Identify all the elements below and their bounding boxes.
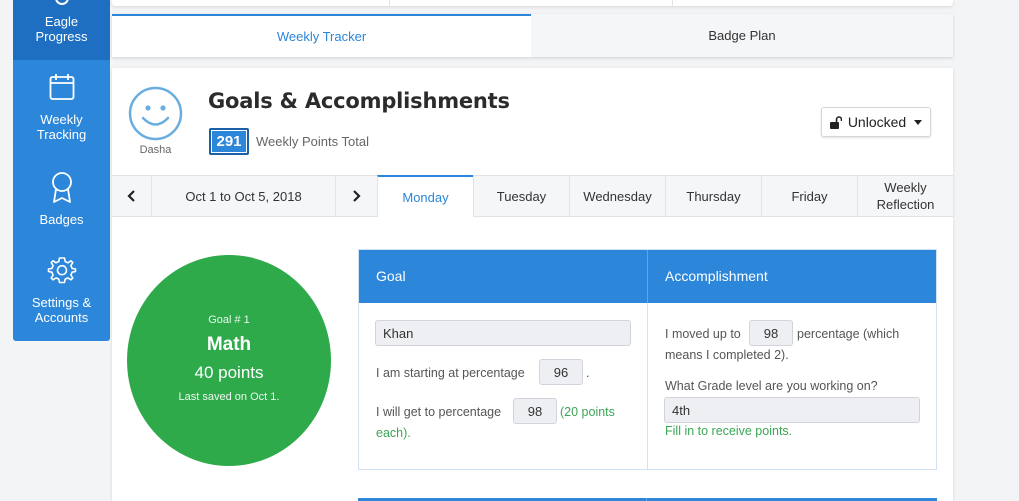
- caret-down-icon: [914, 119, 923, 125]
- target-points-note: each).: [376, 426, 411, 440]
- goal-accomplishment-table: Goal Accomplishment Khan I am starting a…: [358, 249, 937, 470]
- sidebar-item-label: Eagle Progress: [27, 14, 97, 44]
- goal-summary-circle: Goal # 1 Math 40 points Last saved on Oc…: [127, 255, 331, 466]
- week-range: Oct 1 to Oct 5, 2018: [185, 188, 302, 204]
- sidebar-item-settings[interactable]: Settings & Accounts: [13, 255, 110, 330]
- prev-week-button[interactable]: [112, 176, 152, 216]
- divider: [389, 0, 390, 6]
- goal-program-input[interactable]: Khan: [375, 320, 631, 346]
- divider: [672, 0, 673, 6]
- eagle-progress-label: Eagle Progress: [35, 14, 88, 44]
- top-card-edge: [112, 0, 953, 6]
- moved-percentage-input[interactable]: 98: [749, 320, 793, 346]
- goal-number: Goal # 1: [208, 314, 250, 326]
- medal-icon: [54, 0, 69, 5]
- avatar-name: Dasha: [139, 144, 172, 156]
- goal-points: 40 points: [194, 363, 264, 382]
- grade-input[interactable]: 4th: [664, 397, 920, 423]
- goal-header: Goal: [376, 268, 406, 284]
- tab-bar: Weekly Tracker Badge Plan: [112, 14, 953, 57]
- tab-weekly-tracker[interactable]: Weekly Tracker: [112, 14, 531, 57]
- accomplishment-header: Accomplishment: [665, 268, 768, 284]
- sidebar: Eagle Progress Weekly Tracking Badges Se…: [13, 0, 110, 341]
- gear-icon: [47, 257, 76, 284]
- target-text: I will get to percentage: [376, 405, 502, 419]
- day-tab-thursday[interactable]: Thursday: [665, 176, 761, 216]
- moved-text-after: means I completed 2).: [665, 348, 789, 362]
- start-percentage-input[interactable]: 96: [539, 359, 583, 385]
- sidebar-item-weekly-tracking[interactable]: Weekly Tracking: [13, 72, 110, 152]
- start-text: I am starting at percentage: [376, 366, 525, 380]
- sidebar-item-label: Settings & Accounts: [31, 295, 92, 325]
- moved-text: I moved up to: [665, 327, 741, 341]
- goal-name: Math: [206, 334, 252, 355]
- day-tab-weekly-reflection[interactable]: Weekly Reflection: [857, 176, 953, 216]
- unlock-icon: [829, 115, 842, 129]
- smiley-icon: [128, 86, 183, 141]
- grade-question: What Grade level are you working on?: [665, 379, 878, 393]
- lock-dropdown-button[interactable]: Unlocked: [821, 107, 931, 137]
- calendar-icon: [49, 74, 74, 100]
- day-tab-wednesday[interactable]: Wednesday: [569, 176, 665, 216]
- table-header: Goal Accomplishment: [359, 250, 936, 303]
- chevron-left-icon: [127, 190, 135, 202]
- grade-hint: Fill in to receive points.: [665, 424, 793, 438]
- weekly-reflection-label: Weekly Reflection: [876, 180, 935, 212]
- divider: [647, 250, 648, 303]
- day-tab-friday[interactable]: Friday: [761, 176, 857, 216]
- day-tab-tuesday[interactable]: Tuesday: [473, 176, 569, 216]
- sidebar-item-label: Badges: [39, 212, 84, 227]
- target-points-note: (20 points: [560, 405, 615, 419]
- tab-badge-plan[interactable]: Badge Plan: [531, 14, 953, 57]
- week-navigation: Oct 1 to Oct 5, 2018 Monday Tuesday Wedn…: [112, 175, 953, 217]
- day-tab-monday[interactable]: Monday: [377, 175, 473, 217]
- divider: [647, 303, 648, 469]
- start-period: .: [586, 366, 590, 380]
- next-week-button[interactable]: [335, 176, 377, 216]
- page-title: Goals & Accomplishments: [208, 89, 510, 113]
- sidebar-item-badges[interactable]: Badges: [13, 170, 110, 232]
- chevron-right-icon: [353, 190, 361, 202]
- sidebar-item-eagle-progress[interactable]: Eagle Progress: [13, 0, 110, 60]
- target-percentage-input[interactable]: 98: [513, 398, 557, 424]
- points-label: Weekly Points Total: [256, 134, 369, 149]
- sidebar-item-label: Weekly Tracking: [36, 112, 87, 142]
- badge-icon: [51, 172, 72, 203]
- lock-label: Unlocked: [847, 114, 907, 130]
- points-badge: 291: [209, 128, 249, 155]
- goal-last-saved: Last saved on Oct 1.: [178, 391, 280, 403]
- moved-text-after: percentage (which: [797, 327, 900, 341]
